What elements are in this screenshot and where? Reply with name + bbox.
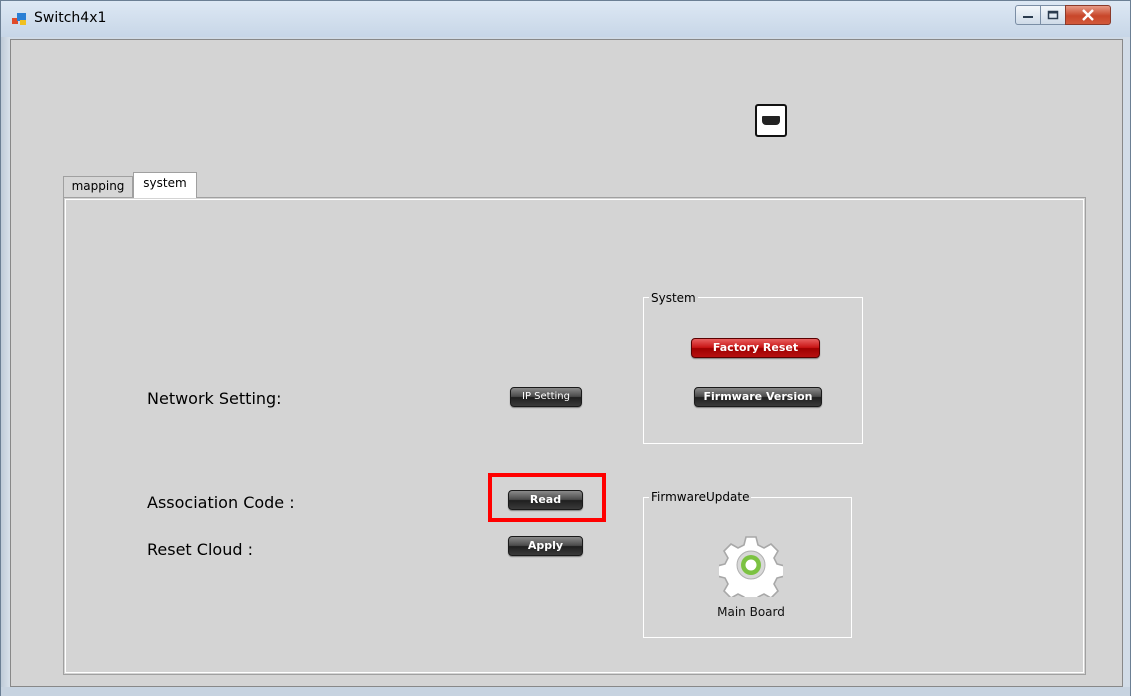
- app-icon: [12, 13, 26, 25]
- system-group-title: System: [649, 291, 698, 305]
- tab-mapping[interactable]: mapping: [63, 176, 133, 197]
- firmware-update-group-title: FirmwareUpdate: [649, 490, 752, 504]
- system-group: [643, 297, 863, 444]
- network-setting-label: Network Setting:: [147, 389, 282, 408]
- close-button[interactable]: [1065, 5, 1111, 25]
- reset-cloud-label: Reset Cloud :: [147, 540, 253, 559]
- minimize-icon: [1016, 6, 1040, 24]
- serial-port-icon[interactable]: [755, 104, 787, 137]
- system-tab-panel-inner: [65, 199, 1084, 673]
- title-bar[interactable]: Switch4x1: [1, 1, 1130, 37]
- window-title: Switch4x1: [34, 10, 107, 26]
- serial-connector: [762, 116, 780, 125]
- window-frame-bottom: [1, 687, 1130, 696]
- application-window: Switch4x1 mapping system Network Setting…: [0, 0, 1131, 696]
- maximize-button[interactable]: [1040, 5, 1066, 25]
- maximize-icon: [1041, 6, 1065, 24]
- association-code-label: Association Code :: [147, 493, 295, 512]
- tab-system[interactable]: system: [133, 172, 197, 198]
- firmware-version-button[interactable]: Firmware Version: [694, 387, 822, 407]
- read-button[interactable]: Read: [508, 490, 583, 510]
- window-frame-left: [1, 37, 10, 689]
- gear-icon[interactable]: [719, 533, 783, 597]
- apply-button[interactable]: Apply: [508, 536, 583, 556]
- window-frame-right: [1123, 37, 1130, 689]
- close-icon: [1066, 6, 1110, 24]
- minimize-button[interactable]: [1015, 5, 1041, 25]
- ip-setting-button[interactable]: IP Setting: [510, 387, 582, 407]
- factory-reset-button[interactable]: Factory Reset: [691, 338, 820, 358]
- main-board-label: Main Board: [717, 605, 785, 619]
